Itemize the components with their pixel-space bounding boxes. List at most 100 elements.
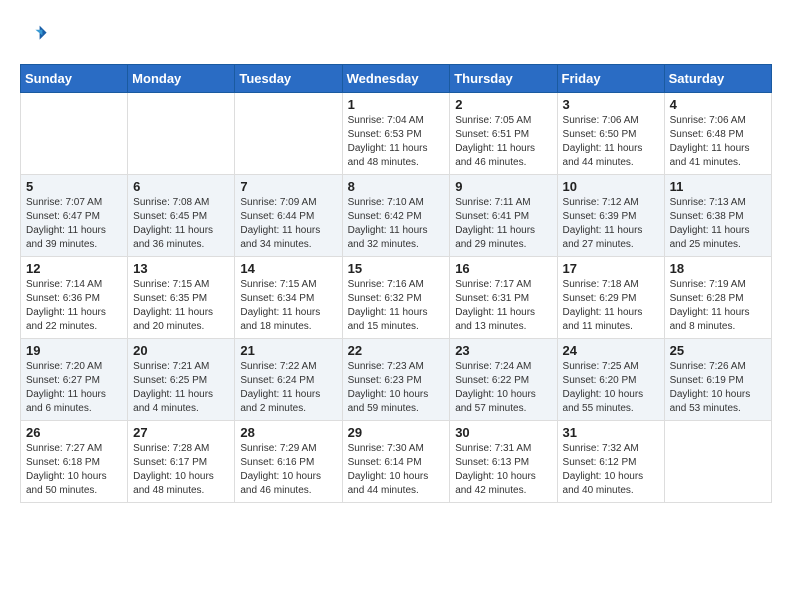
day-number: 14 <box>240 261 336 276</box>
day-number: 27 <box>133 425 229 440</box>
day-number: 22 <box>348 343 445 358</box>
calendar-cell: 27 Sunrise: 7:28 AM Sunset: 6:17 PM Dayli… <box>128 421 235 503</box>
day-number: 15 <box>348 261 445 276</box>
calendar-cell: 15Sunrise: 7:16 AM Sunset: 6:32 PM Dayli… <box>342 257 450 339</box>
calendar-cell <box>21 93 128 175</box>
calendar-cell: 25Sunrise: 7:26 AM Sunset: 6:19 PM Dayli… <box>664 339 771 421</box>
day-number: 30 <box>455 425 551 440</box>
calendar-cell: 28Sunrise: 7:29 AM Sunset: 6:16 PM Dayli… <box>235 421 342 503</box>
calendar-cell: 26 Sunrise: 7:27 AM Sunset: 6:18 PM Dayli… <box>21 421 128 503</box>
day-number: 3 <box>563 97 659 112</box>
day-info: Sunrise: 7:09 AM Sunset: 6:44 PM Dayligh… <box>240 196 336 252</box>
calendar-cell: 11Sunrise: 7:13 AM Sunset: 6:38 PM Dayli… <box>664 175 771 257</box>
day-info: Sunrise: 7:05 AM Sunset: 6:51 PM Dayligh… <box>455 114 551 170</box>
calendar-week-row: 26 Sunrise: 7:27 AM Sunset: 6:18 PM Dayli… <box>21 421 772 503</box>
calendar-cell <box>128 93 235 175</box>
day-info: Sunrise: 7:06 AM Sunset: 6:48 PM Dayligh… <box>670 114 766 170</box>
header-row: SundayMondayTuesdayWednesdayThursdayFrid… <box>21 65 772 93</box>
day-info: Sunrise: 7:26 AM Sunset: 6:19 PM Dayligh… <box>670 360 766 416</box>
day-number: 9 <box>455 179 551 194</box>
day-info: Sunrise: 7:07 AM Sunset: 6:47 PM Dayligh… <box>26 196 122 252</box>
day-info: Sunrise: 7:10 AM Sunset: 6:42 PM Dayligh… <box>348 196 445 252</box>
day-info: Sunrise: 7:31 AM Sunset: 6:13 PM Dayligh… <box>455 442 551 498</box>
day-of-week-header: Monday <box>128 65 235 93</box>
day-number: 31 <box>563 425 659 440</box>
day-info: Sunrise: 7:14 AM Sunset: 6:36 PM Dayligh… <box>26 278 122 334</box>
day-info: Sunrise: 7:28 AM Sunset: 6:17 PM Dayligh… <box>133 442 229 498</box>
calendar-week-row: 19 Sunrise: 7:20 AM Sunset: 6:27 PM Dayli… <box>21 339 772 421</box>
day-number: 29 <box>348 425 445 440</box>
day-of-week-header: Sunday <box>21 65 128 93</box>
day-number: 16 <box>455 261 551 276</box>
day-number: 6 <box>133 179 229 194</box>
calendar-cell: 19 Sunrise: 7:20 AM Sunset: 6:27 PM Dayli… <box>21 339 128 421</box>
day-info: Sunrise: 7:17 AM Sunset: 6:31 PM Dayligh… <box>455 278 551 334</box>
calendar-cell <box>235 93 342 175</box>
calendar-cell: 13 Sunrise: 7:15 AM Sunset: 6:35 PM Dayli… <box>128 257 235 339</box>
calendar-cell: 8 Sunrise: 7:10 AM Sunset: 6:42 PM Daylig… <box>342 175 450 257</box>
calendar-cell: 1 Sunrise: 7:04 AM Sunset: 6:53 PM Daylig… <box>342 93 450 175</box>
calendar-cell: 5 Sunrise: 7:07 AM Sunset: 6:47 PM Daylig… <box>21 175 128 257</box>
day-info: Sunrise: 7:30 AM Sunset: 6:14 PM Dayligh… <box>348 442 445 498</box>
day-info: Sunrise: 7:19 AM Sunset: 6:28 PM Dayligh… <box>670 278 766 334</box>
calendar-cell <box>664 421 771 503</box>
calendar-cell: 23 Sunrise: 7:24 AM Sunset: 6:22 PM Dayli… <box>450 339 557 421</box>
calendar-cell: 22 Sunrise: 7:23 AM Sunset: 6:23 PM Dayli… <box>342 339 450 421</box>
day-number: 7 <box>240 179 336 194</box>
day-info: Sunrise: 7:24 AM Sunset: 6:22 PM Dayligh… <box>455 360 551 416</box>
day-number: 2 <box>455 97 551 112</box>
day-of-week-header: Friday <box>557 65 664 93</box>
day-info: Sunrise: 7:11 AM Sunset: 6:41 PM Dayligh… <box>455 196 551 252</box>
day-number: 19 <box>26 343 122 358</box>
day-number: 18 <box>670 261 766 276</box>
calendar-cell: 21 Sunrise: 7:22 AM Sunset: 6:24 PM Dayli… <box>235 339 342 421</box>
day-of-week-header: Thursday <box>450 65 557 93</box>
calendar-cell: 14 Sunrise: 7:15 AM Sunset: 6:34 PM Dayli… <box>235 257 342 339</box>
day-info: Sunrise: 7:06 AM Sunset: 6:50 PM Dayligh… <box>563 114 659 170</box>
day-info: Sunrise: 7:27 AM Sunset: 6:18 PM Dayligh… <box>26 442 122 498</box>
calendar-cell: 3 Sunrise: 7:06 AM Sunset: 6:50 PM Daylig… <box>557 93 664 175</box>
day-number: 1 <box>348 97 445 112</box>
calendar-cell: 29 Sunrise: 7:30 AM Sunset: 6:14 PM Dayli… <box>342 421 450 503</box>
calendar-table: SundayMondayTuesdayWednesdayThursdayFrid… <box>20 64 772 503</box>
calendar-week-row: 12 Sunrise: 7:14 AM Sunset: 6:36 PM Dayli… <box>21 257 772 339</box>
day-number: 23 <box>455 343 551 358</box>
day-number: 8 <box>348 179 445 194</box>
calendar-week-row: 5 Sunrise: 7:07 AM Sunset: 6:47 PM Daylig… <box>21 175 772 257</box>
calendar-cell: 30 Sunrise: 7:31 AM Sunset: 6:13 PM Dayli… <box>450 421 557 503</box>
day-info: Sunrise: 7:15 AM Sunset: 6:35 PM Dayligh… <box>133 278 229 334</box>
calendar-cell: 10Sunrise: 7:12 AM Sunset: 6:39 PM Dayli… <box>557 175 664 257</box>
day-info: Sunrise: 7:08 AM Sunset: 6:45 PM Dayligh… <box>133 196 229 252</box>
day-number: 13 <box>133 261 229 276</box>
day-info: Sunrise: 7:21 AM Sunset: 6:25 PM Dayligh… <box>133 360 229 416</box>
day-info: Sunrise: 7:15 AM Sunset: 6:34 PM Dayligh… <box>240 278 336 334</box>
page-header <box>20 20 772 48</box>
calendar-week-row: 1 Sunrise: 7:04 AM Sunset: 6:53 PM Daylig… <box>21 93 772 175</box>
calendar-cell: 20Sunrise: 7:21 AM Sunset: 6:25 PM Dayli… <box>128 339 235 421</box>
calendar-header: SundayMondayTuesdayWednesdayThursdayFrid… <box>21 65 772 93</box>
day-info: Sunrise: 7:20 AM Sunset: 6:27 PM Dayligh… <box>26 360 122 416</box>
calendar-cell: 12 Sunrise: 7:14 AM Sunset: 6:36 PM Dayli… <box>21 257 128 339</box>
day-number: 11 <box>670 179 766 194</box>
day-number: 12 <box>26 261 122 276</box>
calendar-cell: 2 Sunrise: 7:05 AM Sunset: 6:51 PM Daylig… <box>450 93 557 175</box>
logo <box>20 20 52 48</box>
day-info: Sunrise: 7:12 AM Sunset: 6:39 PM Dayligh… <box>563 196 659 252</box>
day-info: Sunrise: 7:04 AM Sunset: 6:53 PM Dayligh… <box>348 114 445 170</box>
calendar-body: 1 Sunrise: 7:04 AM Sunset: 6:53 PM Daylig… <box>21 93 772 503</box>
day-of-week-header: Tuesday <box>235 65 342 93</box>
day-number: 21 <box>240 343 336 358</box>
calendar-cell: 9 Sunrise: 7:11 AM Sunset: 6:41 PM Daylig… <box>450 175 557 257</box>
day-info: Sunrise: 7:22 AM Sunset: 6:24 PM Dayligh… <box>240 360 336 416</box>
calendar-cell: 4Sunrise: 7:06 AM Sunset: 6:48 PM Daylig… <box>664 93 771 175</box>
calendar-cell: 7 Sunrise: 7:09 AM Sunset: 6:44 PM Daylig… <box>235 175 342 257</box>
day-info: Sunrise: 7:23 AM Sunset: 6:23 PM Dayligh… <box>348 360 445 416</box>
day-number: 5 <box>26 179 122 194</box>
day-number: 24 <box>563 343 659 358</box>
day-info: Sunrise: 7:25 AM Sunset: 6:20 PM Dayligh… <box>563 360 659 416</box>
day-of-week-header: Saturday <box>664 65 771 93</box>
day-number: 26 <box>26 425 122 440</box>
calendar-cell: 16 Sunrise: 7:17 AM Sunset: 6:31 PM Dayli… <box>450 257 557 339</box>
calendar-cell: 24 Sunrise: 7:25 AM Sunset: 6:20 PM Dayli… <box>557 339 664 421</box>
calendar-cell: 6 Sunrise: 7:08 AM Sunset: 6:45 PM Daylig… <box>128 175 235 257</box>
